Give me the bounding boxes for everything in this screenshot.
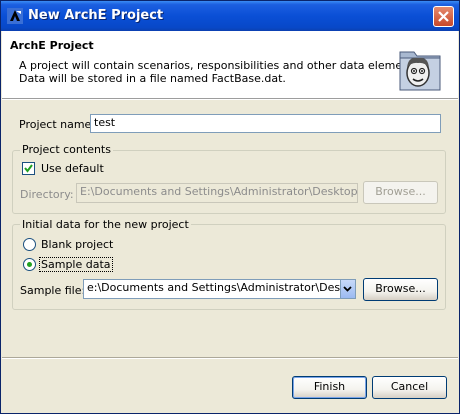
sample-data-label[interactable]: Sample data — [39, 257, 113, 272]
sample-data-radio[interactable] — [23, 258, 36, 271]
project-name-label: Project name: — [19, 118, 96, 131]
blank-project-radio[interactable] — [23, 238, 36, 251]
project-contents-title: Project contents — [20, 143, 113, 156]
title-bar[interactable]: New ArchE Project — [1, 1, 459, 31]
cancel-button[interactable]: Cancel — [372, 376, 447, 399]
radio-selected-dot — [27, 262, 32, 267]
project-name-input[interactable]: test — [90, 114, 441, 133]
banner-description-line1: A project will contain scenarios, respon… — [19, 59, 423, 72]
close-button[interactable] — [433, 6, 454, 27]
dialog-window: New ArchE Project ArchE Project A projec… — [0, 0, 460, 414]
directory-browse-button[interactable]: Browse... — [363, 181, 438, 204]
footer-separator-highlight — [2, 358, 458, 359]
directory-label: Directory: — [20, 188, 74, 201]
use-default-label[interactable]: Use default — [41, 162, 104, 175]
wizard-banner: ArchE Project A project will contain sce… — [2, 31, 458, 99]
banner-description-line2: Data will be stored in a file named Fact… — [19, 72, 286, 85]
blank-project-label[interactable]: Blank project — [41, 238, 113, 251]
banner-title: ArchE Project — [10, 39, 94, 52]
sample-file-browse-button[interactable]: Browse... — [363, 278, 438, 301]
initial-data-title: Initial data for the new project — [20, 218, 191, 231]
sample-file-combobox[interactable]: e:\Documents and Settings\Administrator\… — [83, 279, 356, 299]
checkmark-icon — [24, 164, 33, 173]
sample-file-label: Sample file: — [20, 284, 86, 297]
sample-file-dropdown-button[interactable] — [340, 280, 355, 298]
banner-separator — [2, 99, 458, 100]
directory-input[interactable]: E:\Documents and Settings\Administrator\… — [76, 183, 358, 203]
app-icon — [7, 8, 23, 24]
window-title: New ArchE Project — [28, 8, 164, 23]
use-default-checkbox[interactable] — [22, 162, 35, 175]
close-icon — [438, 11, 449, 22]
chevron-down-icon — [343, 286, 352, 292]
finish-button[interactable]: Finish — [292, 376, 367, 399]
user-avatar-folder-icon — [399, 51, 441, 91]
banner-description: A project will contain scenarios, respon… — [19, 59, 423, 85]
